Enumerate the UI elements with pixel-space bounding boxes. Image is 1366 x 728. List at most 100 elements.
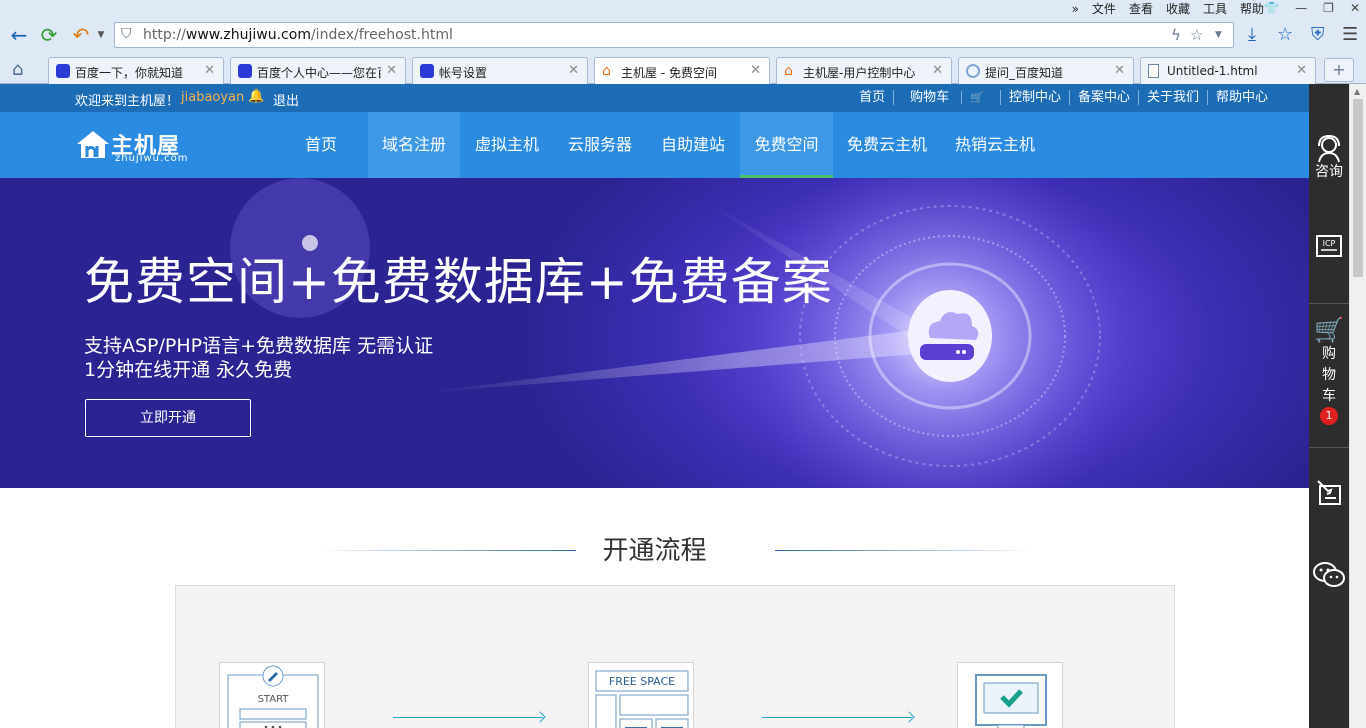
url-text[interactable]: http://www.zhujiwu.com/index/freehost.ht… [143,27,453,43]
home-icon[interactable]: ⌂ [12,59,23,80]
close-window-icon[interactable]: ✕ [1350,1,1360,15]
nav-home[interactable]: 首页 [290,112,352,178]
close-tab-icon[interactable]: ✕ [386,63,397,78]
close-tab-icon[interactable]: ✕ [932,63,943,78]
browser-menubar: » 文件 查看 收藏 工具 帮助 👕 — ❐ ✕ [0,0,1366,18]
download-icon[interactable]: ⤓ [1248,24,1256,45]
baidu-paw-icon [56,64,70,78]
site-logo[interactable]: 主机屋 zhujiwu.com [75,126,195,166]
star-outline-icon[interactable]: ☆ [1190,26,1203,44]
close-tab-icon[interactable]: ✕ [568,63,579,78]
icp-certificate-icon: ICP [1316,235,1342,257]
process-flow: START FREE SPACE [175,585,1175,728]
favorites-star-icon[interactable]: ☆ [1277,24,1293,45]
restore-icon[interactable]: ❐ [1323,1,1334,15]
close-tab-icon[interactable]: ✕ [1296,63,1307,78]
wechat-icon [1313,562,1345,587]
nav-domain[interactable]: 域名注册 [368,112,460,178]
close-tab-icon[interactable]: ✕ [750,63,761,78]
banner-headline: 免费空间+免费数据库+免费备案 [84,253,833,311]
menu-file[interactable]: 文件 [1092,1,1116,17]
toplink-help[interactable]: 帮助中心 [1206,90,1276,105]
welcome-text: 欢迎来到主机屋！ [75,94,180,109]
security-shield-icon[interactable]: ⛨ [1311,24,1325,45]
banner-subtitle-1: 支持ASP/PHP语言+免费数据库 无需认证 [84,335,434,357]
nav-site-builder[interactable]: 自助建站 [647,112,739,178]
start-label: START [258,694,290,705]
web-page: 欢迎来到主机屋！ jiabaoyan 🔔 退出 首页 购物车 🛒 控制中心 备案… [0,84,1309,728]
chevron-down-icon[interactable]: ▼ [88,23,114,47]
menu-help[interactable]: 帮助 [1240,1,1264,17]
house-icon: ⌂ [602,63,611,79]
tab-baidu-zhidao[interactable]: 提问_百度知道 ✕ [958,57,1134,84]
nav-free-space[interactable]: 免费空间 [740,112,833,178]
nav-hot-cloud-host[interactable]: 热销云主机 [942,112,1048,178]
tab-baidu-center[interactable]: 百度个人中心——您在百 ✕ [230,57,406,84]
tab-baidu[interactable]: 百度一下，你就知道 ✕ [48,57,224,84]
lightning-icon[interactable]: ϟ [1171,26,1181,44]
nav-free-cloud-host[interactable]: 免费云主机 [834,112,940,178]
loading-icon [966,64,980,78]
menu-icon[interactable]: ☰ [1342,24,1358,45]
flow-card-start: START [219,662,325,728]
cart-button[interactable]: 🛒 购 物 车 1 [1309,316,1349,448]
toplink-icp-center[interactable]: 备案中心 [1068,90,1138,105]
address-bar[interactable]: ⛉ http://www.zhujiwu.com/index/freehost.… [114,22,1234,48]
section-title: 开通流程 [602,536,707,566]
tab-strip: ⌂ 百度一下，你就知道 ✕ 百度个人中心——您在百 ✕ 帐号设置 ✕ ⌂ 主机屋… [0,54,1366,85]
edit-document-icon [1317,480,1341,505]
tab-free-space[interactable]: ⌂ 主机屋 - 免费空间 ✕ [594,57,770,85]
monitor-check-icon [975,674,1047,728]
flow-card-free-space: FREE SPACE [588,662,694,728]
menu-tools[interactable]: 工具 [1203,1,1227,17]
chevron-right-icon[interactable]: » [1072,1,1079,17]
skin-icon[interactable]: 👕 [1264,1,1279,15]
document-icon [1148,64,1159,78]
menu-view[interactable]: 查看 [1129,1,1153,17]
close-tab-icon[interactable]: ✕ [204,63,215,78]
toplink-control-center[interactable]: 控制中心 [999,90,1069,105]
close-tab-icon[interactable]: ✕ [1114,63,1125,78]
baidu-paw-icon [420,64,434,78]
main-nav: 主机屋 zhujiwu.com 首页 域名注册 虚拟主机 云服务器 自助建站 免… [0,112,1309,178]
minimize-icon[interactable]: — [1295,1,1307,15]
free-space-label: FREE SPACE [609,675,675,688]
hero-banner: 免费空间+免费数据库+免费备案 支持ASP/PHP语言+免费数据库 无需认证 1… [0,178,1309,488]
back-arrow-icon[interactable]: ← [6,23,32,47]
flow-card-complete [957,662,1063,728]
start-form-icon: START [227,665,319,728]
section-divider-right [775,550,1033,551]
feedback-button[interactable] [1309,460,1349,526]
baidu-paw-icon [238,64,252,78]
free-space-layout-icon: FREE SPACE [595,670,689,728]
nav-cloud-server[interactable]: 云服务器 [554,112,646,178]
cart-count-badge: 1 [1320,407,1338,425]
toplink-about[interactable]: 关于我们 [1137,90,1207,105]
flow-arrow [762,717,912,718]
activate-now-button[interactable]: 立即开通 [85,399,251,437]
toplink-home[interactable]: 首页 [851,90,893,105]
icp-button[interactable]: ICP [1309,222,1349,304]
customer-service-icon [1318,134,1340,163]
house-icon: ⌂ [784,63,793,79]
banner-subtitle-2: 1分钟在线开通 永久免费 [84,359,293,381]
cart-icon: 🛒 [961,91,992,104]
scroll-up-icon[interactable]: ▲ [1354,87,1360,96]
logout-link[interactable]: 退出 [273,90,299,109]
tab-account-settings[interactable]: 帐号设置 ✕ [412,57,588,84]
consult-button[interactable]: 咨询 [1309,124,1349,194]
chevron-down-icon[interactable]: ▼ [1215,30,1222,40]
toplink-cart[interactable]: 购物车 🛒 [893,90,1000,105]
wechat-button[interactable] [1309,552,1349,602]
nav-virtual-host[interactable]: 虚拟主机 [461,112,553,178]
tab-untitled[interactable]: Untitled-1.html ✕ [1140,57,1316,84]
new-tab-button[interactable]: + [1324,58,1354,82]
scrollbar-thumb[interactable] [1353,99,1363,277]
tab-user-control[interactable]: ⌂ 主机屋-用户控制中心 ✕ [776,57,952,84]
refresh-icon[interactable]: ⟳ [36,23,62,47]
menu-favorites[interactable]: 收藏 [1166,1,1190,17]
bell-icon[interactable]: 🔔 [248,89,264,104]
page-scrollbar[interactable]: ▲ [1349,84,1366,728]
username-link[interactable]: jiabaoyan [181,90,244,105]
flow-arrow [393,717,543,718]
